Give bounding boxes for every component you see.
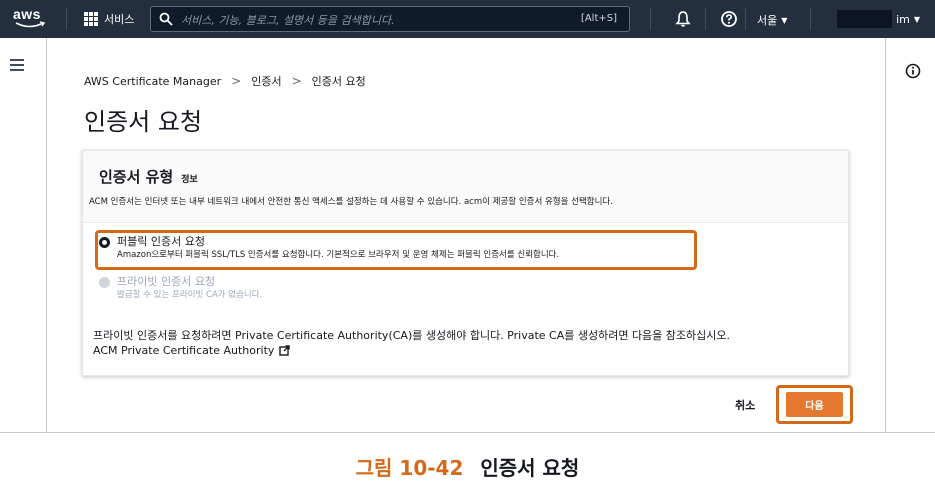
public-certificate-option[interactable]: 퍼블릭 인증서 요청 Amazon으로부터 퍼블릭 SSL/TLS 인증서를 요… [99,235,559,261]
link-text: ACM Private Certificate Authority [93,344,275,357]
search-placeholder: 서비스, 기능, 블로그, 설명서 등을 검색합니다. [181,14,395,27]
certificate-type-panel: 인증서 유형 정보 ACM 인증서는 인터넷 또는 내부 네트워크 내에서 안전… [82,150,849,376]
figure-number: 그림 10-42 [355,456,464,480]
tools-rail [885,38,935,432]
note-text: 프라이빗 인증서를 요청하려면 Private Certificate Auth… [93,329,731,342]
breadcrumb-item-acm[interactable]: AWS Certificate Manager [84,75,221,88]
panel-title: 인증서 유형 정보 [99,166,198,187]
aws-smile-icon [15,21,45,28]
grid-icon [84,12,98,26]
breadcrumb-item-request: 인증서 요청 [311,75,366,88]
account-name-suffix: im [896,12,910,26]
info-icon[interactable] [905,63,921,79]
nav-divider [650,8,651,30]
breadcrumb-separator: > [231,74,242,88]
info-link[interactable]: 정보 [181,172,198,185]
services-label: 서비스 [104,13,135,26]
next-button[interactable]: 다음 [786,392,843,417]
panel-title-text: 인증서 유형 [99,168,174,186]
breadcrumb: AWS Certificate Manager > 인증서 > 인증서 요청 [84,73,366,89]
search-input[interactable]: 서비스, 기능, 블로그, 설명서 등을 검색합니다. [Alt+S] [150,6,630,32]
region-selector[interactable]: 서울 ▼ [757,12,787,28]
breadcrumb-item-certificates[interactable]: 인증서 [251,73,281,89]
chevron-down-icon: ▼ [781,15,788,25]
cancel-button[interactable]: 취소 [735,397,755,413]
option-label: 퍼블릭 인증서 요청 [117,235,205,248]
option-description: 발급할 수 있는 프라이빗 CA가 없습니다. [117,290,263,300]
nav-divider [66,8,67,30]
radio-button-selected[interactable] [99,237,110,248]
panel-description: ACM 인증서는 인터넷 또는 내부 네트워크 내에서 안전한 통신 액세스를 … [89,197,613,207]
figure-title: 인증서 요청 [480,456,580,480]
panel-header: 인증서 유형 정보 ACM 인증서는 인터넷 또는 내부 네트워크 내에서 안전… [83,151,848,223]
account-name-redacted [837,10,893,28]
aws-logo-text: aws [13,6,41,22]
breadcrumb-separator: > [291,74,302,88]
option-description: Amazon으로부터 퍼블릭 SSL/TLS 인증서를 요청합니다. 기본적으로… [117,250,560,260]
acm-private-ca-link[interactable]: ACM Private Certificate Authority [93,343,730,358]
radio-button-disabled [99,277,110,288]
chevron-down-icon: ▼ [913,14,920,24]
account-menu[interactable]: im ▼ [820,8,920,30]
aws-logo[interactable]: aws [13,6,47,32]
private-certificate-option: 프라이빗 인증서 요청 발급할 수 있는 프라이빗 CA가 없습니다. [99,275,262,301]
nav-divider [745,8,746,30]
search-icon [159,12,173,26]
search-shortcut-hint: [Alt+S] [580,13,617,24]
external-link-icon [279,345,291,356]
figure-caption: 그림 10-42 인증서 요청 [0,452,935,481]
services-menu-button[interactable]: 서비스 [84,9,134,29]
top-navigation: aws 서비스 서비스, 기능, 블로그, 설명서 등을 검색합니다. [Alt… [0,0,935,38]
bell-icon[interactable] [674,10,692,28]
help-icon[interactable] [720,10,738,28]
nav-divider [705,8,706,30]
frame-bottom-border [0,432,935,433]
region-label: 서울 [757,14,778,27]
option-label: 프라이빗 인증서 요청 [117,275,216,288]
page-title: 인증서 요청 [84,108,203,136]
private-ca-note: 프라이빗 인증서를 요청하려면 Private Certificate Auth… [93,328,730,358]
side-navigation-rail [0,38,47,432]
nav-divider [810,8,811,30]
menu-icon[interactable] [10,59,24,71]
